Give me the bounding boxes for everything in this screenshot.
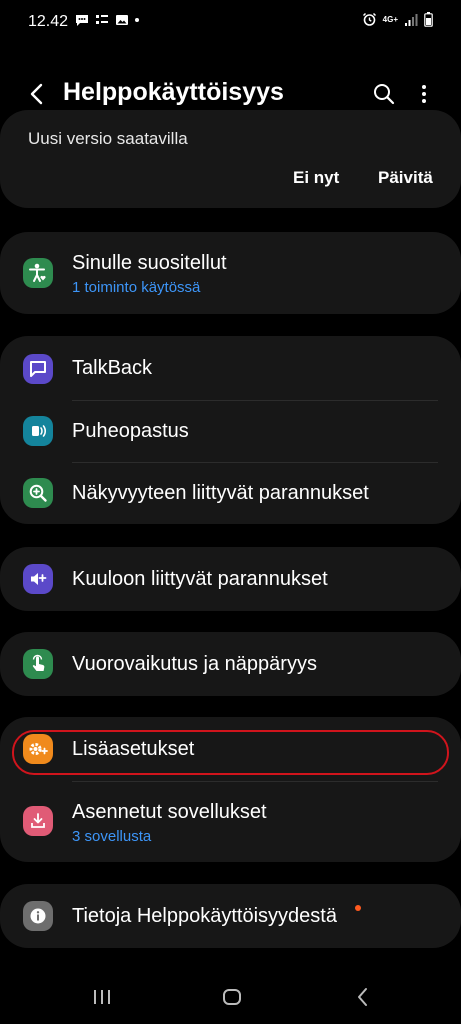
recommended-subtitle: 1 toiminto käytössä	[72, 279, 201, 296]
visibility-enhancements-label: Näkyvyyteen liittyvät parannukset	[72, 482, 369, 504]
zoom-in-icon	[23, 478, 53, 508]
update-available-text: Uusi versio saatavilla	[28, 129, 188, 148]
navigation-bar	[0, 968, 461, 1024]
chat-icon	[76, 15, 88, 26]
recommended-card: Sinulle suositellut 1 toiminto käytössä	[0, 232, 461, 314]
speech-guidance-icon	[23, 416, 53, 446]
battery-icon	[424, 12, 433, 27]
installed-apps-subtitle: 3 sovellusta	[72, 828, 152, 845]
hearing-enhancements-item[interactable]: Kuuloon liittyvät parannukset	[0, 547, 461, 611]
signal-icon	[405, 13, 418, 26]
voice-assistant-label: Puheopastus	[72, 420, 189, 442]
update-button[interactable]: Päivitä	[378, 168, 433, 188]
volume-plus-icon	[23, 564, 53, 594]
voice-assistant-item[interactable]: Puheopastus	[0, 400, 461, 462]
recommended-for-you-item[interactable]: Sinulle suositellut 1 toiminto käytössä	[0, 232, 461, 314]
home-icon	[223, 989, 241, 1005]
highlight-annotation	[12, 730, 449, 775]
network-type-label: 4G+	[382, 14, 398, 24]
about-accessibility-label: Tietoja Helppokäyttöisyydestä	[72, 905, 337, 927]
gallery-icon	[116, 15, 128, 25]
talkback-label: TalkBack	[72, 357, 153, 379]
more-options-button[interactable]	[412, 80, 436, 108]
list-icon	[96, 15, 108, 24]
more-vertical-icon	[422, 85, 426, 103]
accessibility-person-icon	[23, 258, 53, 288]
status-time: 12.42	[28, 13, 69, 30]
status-bar: 12.42 4G+	[0, 0, 461, 44]
vision-card: TalkBack Puheopastus Näkyvyyteen liittyv…	[0, 336, 461, 524]
interaction-dexterity-label: Vuorovaikutus ja näppäryys	[72, 653, 317, 675]
new-badge-dot	[355, 905, 361, 911]
interaction-card: Vuorovaikutus ja näppäryys	[0, 632, 461, 696]
hearing-card: Kuuloon liittyvät parannukset	[0, 547, 461, 611]
installed-apps-title: Asennetut sovellukset	[72, 801, 267, 823]
visibility-enhancements-item[interactable]: Näkyvyyteen liittyvät parannukset	[0, 462, 461, 524]
talkback-item[interactable]: TalkBack	[0, 336, 461, 400]
about-accessibility-item[interactable]: Tietoja Helppokäyttöisyydestä	[0, 884, 461, 948]
not-now-button[interactable]: Ei nyt	[293, 168, 339, 188]
touch-hand-icon	[23, 649, 53, 679]
interaction-dexterity-item[interactable]: Vuorovaikutus ja näppäryys	[0, 632, 461, 696]
info-icon	[23, 901, 53, 931]
search-button[interactable]	[370, 80, 398, 108]
notification-icons	[75, 13, 139, 27]
back-nav-button[interactable]	[347, 982, 377, 1012]
back-arrow-icon	[30, 83, 43, 105]
more-notifications-dot	[135, 18, 139, 22]
recommended-title: Sinulle suositellut	[72, 252, 227, 274]
recent-apps-icon	[94, 990, 110, 1004]
about-card: Tietoja Helppokäyttöisyydestä	[0, 884, 461, 948]
search-icon	[374, 84, 395, 105]
download-icon	[23, 806, 53, 836]
alarm-icon	[362, 12, 376, 26]
recent-apps-button[interactable]	[87, 982, 117, 1012]
installed-apps-item[interactable]: Asennetut sovellukset 3 sovellusta	[0, 781, 461, 862]
hearing-enhancements-label: Kuuloon liittyvät parannukset	[72, 568, 328, 590]
home-button[interactable]	[217, 982, 247, 1012]
system-icons: 4G+	[362, 12, 433, 27]
page-title: Helppokäyttöisyys	[63, 78, 284, 106]
update-available-card: Uusi versio saatavilla Ei nyt Päivitä	[0, 110, 461, 208]
back-nav-icon	[358, 988, 367, 1006]
back-button[interactable]	[22, 80, 50, 108]
talkback-icon	[23, 354, 53, 384]
